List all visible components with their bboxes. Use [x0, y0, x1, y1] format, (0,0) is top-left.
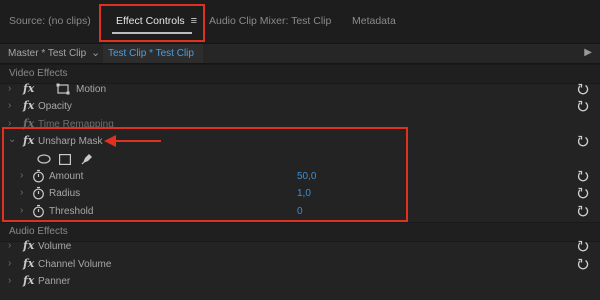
opacity-label: Opacity	[38, 101, 72, 112]
fx-toggle-icon[interactable]: fx	[23, 257, 34, 270]
clip-selector-bar: Master * Test Clip ⌄ Test Clip * Test Cl…	[0, 44, 600, 64]
clip-dropdown-icon[interactable]: ⌄	[91, 46, 100, 59]
effect-row-channel-volume[interactable]: › fx Channel Volume	[0, 256, 600, 274]
annotation-arrow-icon	[104, 135, 161, 147]
expand-chevron-icon[interactable]: ›	[8, 240, 11, 251]
effect-controls-tab-highlight	[99, 4, 205, 42]
sequence-clip-label[interactable]: Test Clip * Test Clip	[108, 48, 194, 59]
effect-row-opacity[interactable]: › fx Opacity	[0, 98, 600, 116]
fx-toggle-icon[interactable]: fx	[23, 99, 34, 112]
reset-icon[interactable]	[576, 186, 590, 200]
effect-row-motion[interactable]: › fx Motion	[0, 81, 600, 99]
channel-volume-label: Channel Volume	[38, 259, 112, 270]
effect-row-volume[interactable]: › fx Volume	[0, 238, 600, 256]
reset-icon[interactable]	[576, 169, 590, 183]
panner-label: Panner	[38, 276, 71, 287]
tab-metadata[interactable]: Metadata	[352, 15, 396, 27]
fx-toggle-icon[interactable]: fx	[23, 82, 34, 95]
expand-chevron-icon[interactable]: ›	[8, 275, 11, 286]
fx-toggle-icon[interactable]: fx	[23, 239, 34, 252]
effect-row-panner[interactable]: › fx Panner	[0, 273, 600, 291]
motion-transform-icon[interactable]	[56, 83, 70, 95]
expand-chevron-icon[interactable]: ›	[8, 258, 11, 269]
expand-chevron-icon[interactable]: ›	[8, 83, 11, 94]
tab-source[interactable]: Source: (no clips)	[9, 15, 91, 27]
reset-icon[interactable]	[576, 257, 590, 271]
reset-icon[interactable]	[576, 239, 590, 253]
panel-tab-bar: Source: (no clips) Effect Controls ≡ Audi…	[0, 0, 600, 44]
reset-icon[interactable]	[576, 82, 590, 96]
video-effects-label: Video Effects	[9, 68, 68, 79]
tab-audio-clip-mixer[interactable]: Audio Clip Mixer: Test Clip	[209, 15, 331, 27]
master-clip-label[interactable]: Master * Test Clip	[8, 48, 86, 59]
fx-toggle-icon[interactable]: fx	[23, 274, 34, 287]
motion-label: Motion	[76, 84, 107, 95]
play-only-clip-icon[interactable]: ▶	[584, 47, 592, 58]
reset-icon[interactable]	[576, 134, 590, 148]
reset-icon[interactable]	[576, 99, 590, 113]
audio-effects-label: Audio Effects	[9, 226, 68, 237]
expand-chevron-icon[interactable]: ›	[8, 100, 11, 111]
reset-icon[interactable]	[576, 204, 590, 218]
unsharp-mask-highlight	[2, 127, 408, 222]
volume-label: Volume	[38, 241, 72, 252]
